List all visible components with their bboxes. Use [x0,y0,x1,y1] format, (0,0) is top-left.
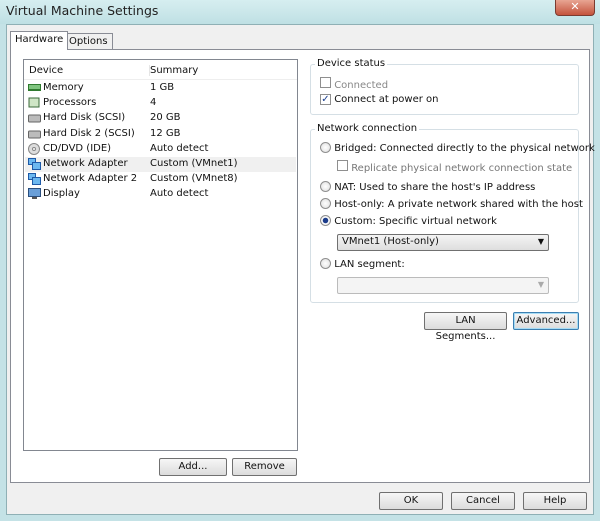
device-row[interactable]: Network Adapter Custom (VMnet1) [25,157,296,172]
device-row[interactable]: Memory 1 GB [25,81,296,96]
title-bar: Virtual Machine Settings [0,0,600,24]
chevron-down-icon: ▼ [537,237,544,246]
custom-network-dropdown[interactable]: VMnet1 (Host-only) ▼ [337,234,549,251]
tab-hardware[interactable]: Hardware [10,31,69,50]
display-icon [28,188,41,200]
lan-segment-dropdown[interactable]: ▼ [337,277,549,294]
check-icon: ✓ [320,94,331,105]
device-name: CD/DVD (IDE) [43,142,112,154]
connect-at-power-on-label: Connect at power on [334,94,439,105]
window-title: Virtual Machine Settings [6,3,159,18]
device-row[interactable]: Network Adapter 2 Custom (VMnet8) [25,172,296,187]
network-adapter-icon [28,158,41,170]
list-header: Device Summary [24,60,297,80]
help-button[interactable]: Help [523,492,587,510]
device-summary: 12 GB [150,127,181,139]
device-name: Memory [43,82,84,93]
device-name: Network Adapter 2 [43,173,138,185]
device-name: Processors [43,97,97,109]
advanced-button[interactable]: Advanced... [513,312,579,330]
device-row[interactable]: Processors 4 [25,96,296,111]
device-summary: 20 GB [150,112,181,124]
close-button[interactable]: ✕ [555,0,595,16]
device-row[interactable]: Display Auto detect [25,187,296,202]
nat-label: NAT: Used to share the host's IP address [334,182,536,193]
custom-label: Custom: Specific virtual network [334,216,497,227]
device-summary: Custom (VMnet1) [150,158,238,169]
memory-icon [28,82,41,93]
network-adapter-icon [28,173,41,186]
cancel-button[interactable]: Cancel [451,492,515,510]
network-connection-label: Network connection [315,123,420,134]
device-name: Hard Disk (SCSI) [43,112,126,124]
connect-at-power-on-checkbox[interactable]: ✓ Connect at power on [320,94,438,105]
column-summary[interactable]: Summary [149,65,198,76]
hard-disk-icon [28,112,41,123]
tab-options[interactable]: Options [64,33,113,50]
lan-segment-radio[interactable]: LAN segment: [320,258,405,270]
remove-button[interactable]: Remove [232,458,297,476]
device-summary: 4 [150,97,157,109]
hard-disk-icon [28,128,41,139]
processor-icon [28,97,40,108]
device-name: Hard Disk 2 (SCSI) [43,127,135,139]
device-row[interactable]: CD/DVD (IDE) Auto detect [25,142,296,157]
bridged-label: Bridged: Connected directly to the physi… [334,143,595,154]
nat-radio[interactable]: NAT: Used to share the host's IP address [320,181,535,193]
device-summary: Auto detect [150,142,209,154]
custom-network-value: VMnet1 (Host-only) [342,236,439,247]
device-row[interactable]: Hard Disk 2 (SCSI) 12 GB [25,127,296,142]
custom-radio[interactable]: Custom: Specific virtual network [320,215,497,227]
device-list[interactable]: Device Summary Memory 1 GB Processors 4 … [23,59,298,451]
device-row[interactable]: Hard Disk (SCSI) 20 GB [25,111,296,126]
device-name: Network Adapter [43,158,128,169]
device-summary: 1 GB [150,82,175,93]
host-only-radio[interactable]: Host-only: A private network shared with… [320,198,583,210]
cd-dvd-icon [28,142,40,155]
chevron-down-icon: ▼ [537,280,544,289]
device-summary: Custom (VMnet8) [150,173,238,185]
lan-segments-button[interactable]: LAN Segments... [424,312,507,342]
replicate-label: Replicate physical network connection st… [351,163,573,174]
dialog-body: Hardware Options Device Summary Memory 1… [6,24,595,515]
connected-checkbox[interactable]: Connected [320,77,388,91]
lan-segment-label: LAN segment: [334,259,405,270]
device-name: Display [43,188,80,200]
add-button[interactable]: Add... [159,458,227,476]
replicate-checkbox[interactable]: Replicate physical network connection st… [337,160,572,174]
bridged-radio[interactable]: Bridged: Connected directly to the physi… [320,142,595,154]
connected-label: Connected [334,80,389,91]
device-summary: Auto detect [150,188,209,200]
device-status-label: Device status [315,58,388,69]
ok-button[interactable]: OK [379,492,443,510]
hardware-panel: Device Summary Memory 1 GB Processors 4 … [10,49,595,483]
host-only-label: Host-only: A private network shared with… [334,199,583,210]
column-device[interactable]: Device [29,65,63,76]
